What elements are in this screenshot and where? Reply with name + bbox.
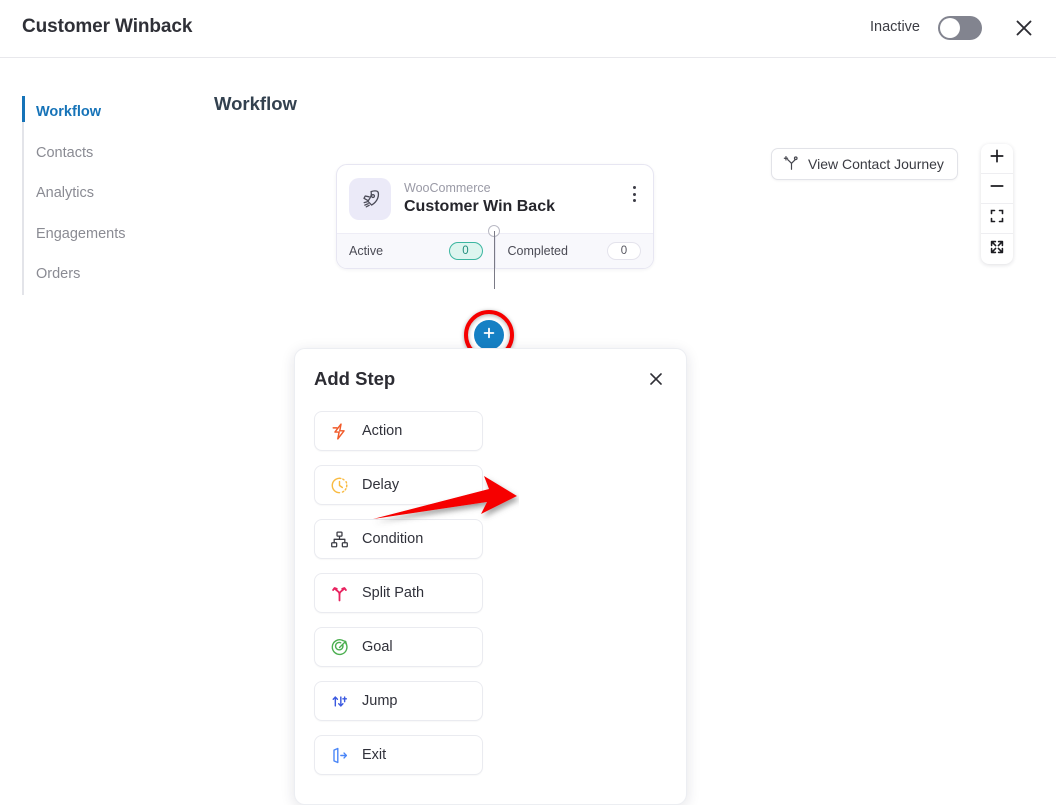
clock-dash-icon	[330, 476, 349, 495]
fit-view-button[interactable]	[981, 204, 1013, 234]
sidebar-item-orders[interactable]: Orders	[22, 254, 192, 295]
sidebar-item-engagements[interactable]: Engagements	[22, 214, 192, 255]
zoom-controls	[981, 144, 1013, 264]
expand-arrows-icon	[989, 239, 1005, 260]
minus-icon	[989, 178, 1005, 199]
toggle-knob	[940, 18, 960, 38]
add-step-panel: Add Step Action Delay Condition Split Pa…	[294, 348, 687, 805]
step-option-label: Condition	[362, 531, 424, 547]
sidebar-item-label: Analytics	[36, 185, 95, 202]
trigger-node-subtitle: WooCommerce	[404, 181, 491, 195]
step-option-label: Jump	[362, 693, 398, 709]
sidebar-item-analytics[interactable]: Analytics	[22, 173, 192, 214]
sidebar-nav: Workflow Contacts Analytics Engagements …	[22, 92, 192, 295]
sidebar-item-label: Engagements	[36, 225, 126, 242]
step-option-split-path[interactable]: Split Path	[314, 573, 483, 613]
window-header: Customer Winback Inactive	[0, 0, 1056, 58]
stat-active: Active 0	[337, 234, 495, 268]
step-option-condition[interactable]: Condition	[314, 519, 483, 559]
active-marker	[22, 96, 25, 122]
step-option-label: Split Path	[362, 585, 425, 601]
step-option-exit[interactable]: Exit	[314, 735, 483, 775]
view-contact-journey-button[interactable]: View Contact Journey	[771, 148, 958, 180]
page-title: Customer Winback	[22, 16, 193, 37]
trigger-node-stats: Active 0 Completed 0	[337, 233, 653, 268]
add-step-header: Add Step	[295, 349, 686, 409]
step-option-delay[interactable]: Delay	[314, 465, 483, 505]
sidebar-item-workflow[interactable]: Workflow	[22, 92, 192, 133]
more-vertical-icon[interactable]	[625, 183, 643, 205]
split-path-icon	[330, 584, 349, 603]
sidebar-item-contacts[interactable]: Contacts	[22, 133, 192, 174]
sidebar-item-label: Workflow	[36, 104, 101, 121]
status-badge: 0	[448, 242, 483, 260]
trigger-node-text: WooCommerce Customer Win Back	[404, 181, 555, 217]
trigger-node-body: WooCommerce Customer Win Back	[337, 165, 653, 233]
dot	[632, 199, 636, 202]
trigger-node-name: Customer Win Back	[404, 198, 555, 215]
plus-icon	[482, 326, 496, 345]
workflow-active-toggle[interactable]	[938, 16, 982, 40]
fullscreen-button[interactable]	[981, 234, 1013, 264]
trigger-node-card[interactable]: WooCommerce Customer Win Back Active 0 C…	[336, 164, 654, 269]
journey-button-label: View Contact Journey	[808, 156, 944, 172]
step-option-label: Goal	[362, 639, 393, 655]
stat-completed: Completed 0	[494, 234, 654, 268]
exit-door-icon	[330, 746, 349, 765]
add-step-button[interactable]	[474, 320, 504, 350]
hierarchy-icon	[330, 530, 349, 549]
zap-icon	[330, 422, 349, 441]
workflow-canvas[interactable]: Workflow View Contact Journey WooCommerc…	[193, 59, 1056, 805]
zoom-in-button[interactable]	[981, 144, 1013, 174]
rocket-icon	[349, 178, 391, 220]
step-option-label: Delay	[362, 477, 400, 493]
zoom-out-button[interactable]	[981, 174, 1013, 204]
connector-line	[494, 231, 495, 289]
status-badge: 0	[607, 242, 641, 260]
add-step-title: Add Step	[314, 368, 396, 389]
step-option-goal[interactable]: Goal	[314, 627, 483, 667]
dot	[632, 186, 636, 189]
stat-label: Completed	[507, 244, 568, 258]
step-option-label: Action	[362, 423, 403, 439]
stat-label: Active	[349, 244, 384, 258]
step-option-jump[interactable]: Jump	[314, 681, 483, 721]
plus-icon	[989, 148, 1005, 169]
step-option-label: Exit	[362, 747, 387, 763]
workflow-status-label: Inactive	[870, 19, 920, 35]
jump-icon	[330, 692, 349, 711]
close-icon[interactable]	[644, 367, 668, 391]
add-step-options: Action Delay Condition Split Path Goal J…	[295, 409, 686, 804]
dot	[632, 192, 636, 196]
step-option-action[interactable]: Action	[314, 411, 483, 451]
sidebar-item-label: Contacts	[36, 144, 94, 161]
target-icon	[330, 638, 349, 657]
journey-split-icon	[783, 154, 800, 174]
canvas-title: Workflow	[214, 93, 297, 114]
fit-frame-icon	[989, 208, 1005, 229]
close-icon[interactable]	[1010, 14, 1038, 42]
sidebar-item-label: Orders	[36, 266, 81, 283]
